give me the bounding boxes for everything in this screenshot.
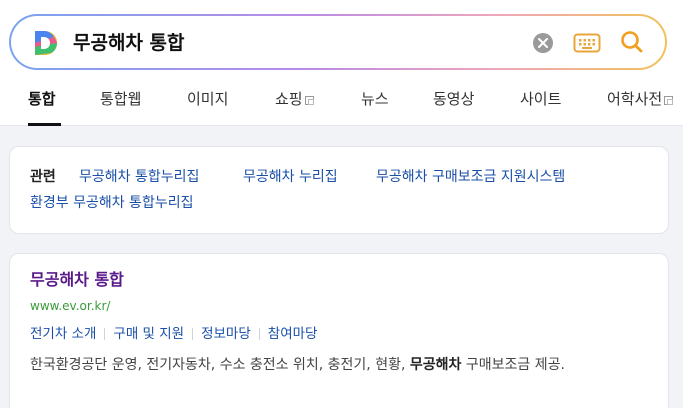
related-link[interactable]: 무공해차 누리집: [243, 167, 338, 187]
result-title[interactable]: 무공해차 통합: [30, 269, 124, 291]
tab-news[interactable]: 뉴스: [361, 89, 389, 109]
active-tab-indicator: [28, 123, 61, 126]
result-url[interactable]: www.ev.or.kr/: [30, 297, 110, 315]
sitelink[interactable]: 전기차 소개: [30, 324, 96, 344]
snippet-text: 구매보조금 제공.: [461, 357, 565, 373]
divider: [104, 328, 106, 340]
search-input[interactable]: 무공해차 통합: [73, 28, 185, 58]
divider: [258, 328, 260, 340]
tab-integrated-web[interactable]: 통합웹: [100, 89, 141, 109]
tab-shopping[interactable]: 쇼핑: [275, 89, 314, 109]
keyboard-icon[interactable]: [573, 32, 601, 54]
snippet-text: 한국환경공단 운영, 전기자동차, 수소 충전소 위치, 충전기, 현황,: [30, 357, 410, 373]
clear-icon[interactable]: [533, 33, 553, 53]
search-icon[interactable]: [619, 28, 645, 56]
related-searches: 관련 무공해차 통합누리집 무공해차 누리집 무공해차 구매보조금 지원시스템 …: [9, 146, 669, 234]
related-link[interactable]: 무공해차 통합누리집: [79, 167, 199, 187]
sitelink[interactable]: 정보마당: [201, 324, 251, 344]
tab-shopping-label: 쇼핑: [275, 90, 303, 108]
header: 무공해차 통합 통합 통합웹 이미지 쇼핑 뉴스 동영상 사이트 어학사전: [0, 0, 683, 126]
tab-integrated[interactable]: 통합: [28, 89, 56, 109]
result-snippet: 한국환경공단 운영, 전기자동차, 수소 충전소 위치, 충전기, 현황, 무공…: [30, 354, 655, 376]
snippet-highlight: 무공해차: [409, 357, 462, 373]
related-link[interactable]: 무공해차 구매보조금 지원시스템: [376, 167, 565, 187]
tab-dictionary-label: 어학사전: [607, 90, 663, 108]
sitelink[interactable]: 구매 및 지원: [113, 324, 184, 344]
tab-video[interactable]: 동영상: [433, 89, 474, 109]
result-sitelinks: 전기차 소개 구매 및 지원 정보마당 참여마당: [30, 324, 317, 344]
search-bar: 무공해차 통합: [9, 14, 667, 70]
divider: [192, 328, 194, 340]
sitelink[interactable]: 참여마당: [268, 324, 318, 344]
related-label: 관련: [30, 169, 56, 185]
tab-images[interactable]: 이미지: [187, 89, 228, 109]
search-box: 무공해차 통합: [11, 16, 665, 68]
tab-dictionary[interactable]: 어학사전: [607, 89, 674, 109]
related-link[interactable]: 환경부 무공해차 통합누리집: [30, 193, 193, 213]
tab-sites[interactable]: 사이트: [520, 89, 561, 109]
search-result: 무공해차 통합 www.ev.or.kr/ 전기차 소개 구매 및 지원 정보마…: [9, 253, 669, 408]
search-tabs: 통합 통합웹 이미지 쇼핑 뉴스 동영상 사이트 어학사전: [0, 80, 683, 126]
external-link-icon: [664, 96, 674, 105]
daum-logo-icon[interactable]: [33, 29, 59, 57]
external-link-icon: [304, 96, 314, 105]
